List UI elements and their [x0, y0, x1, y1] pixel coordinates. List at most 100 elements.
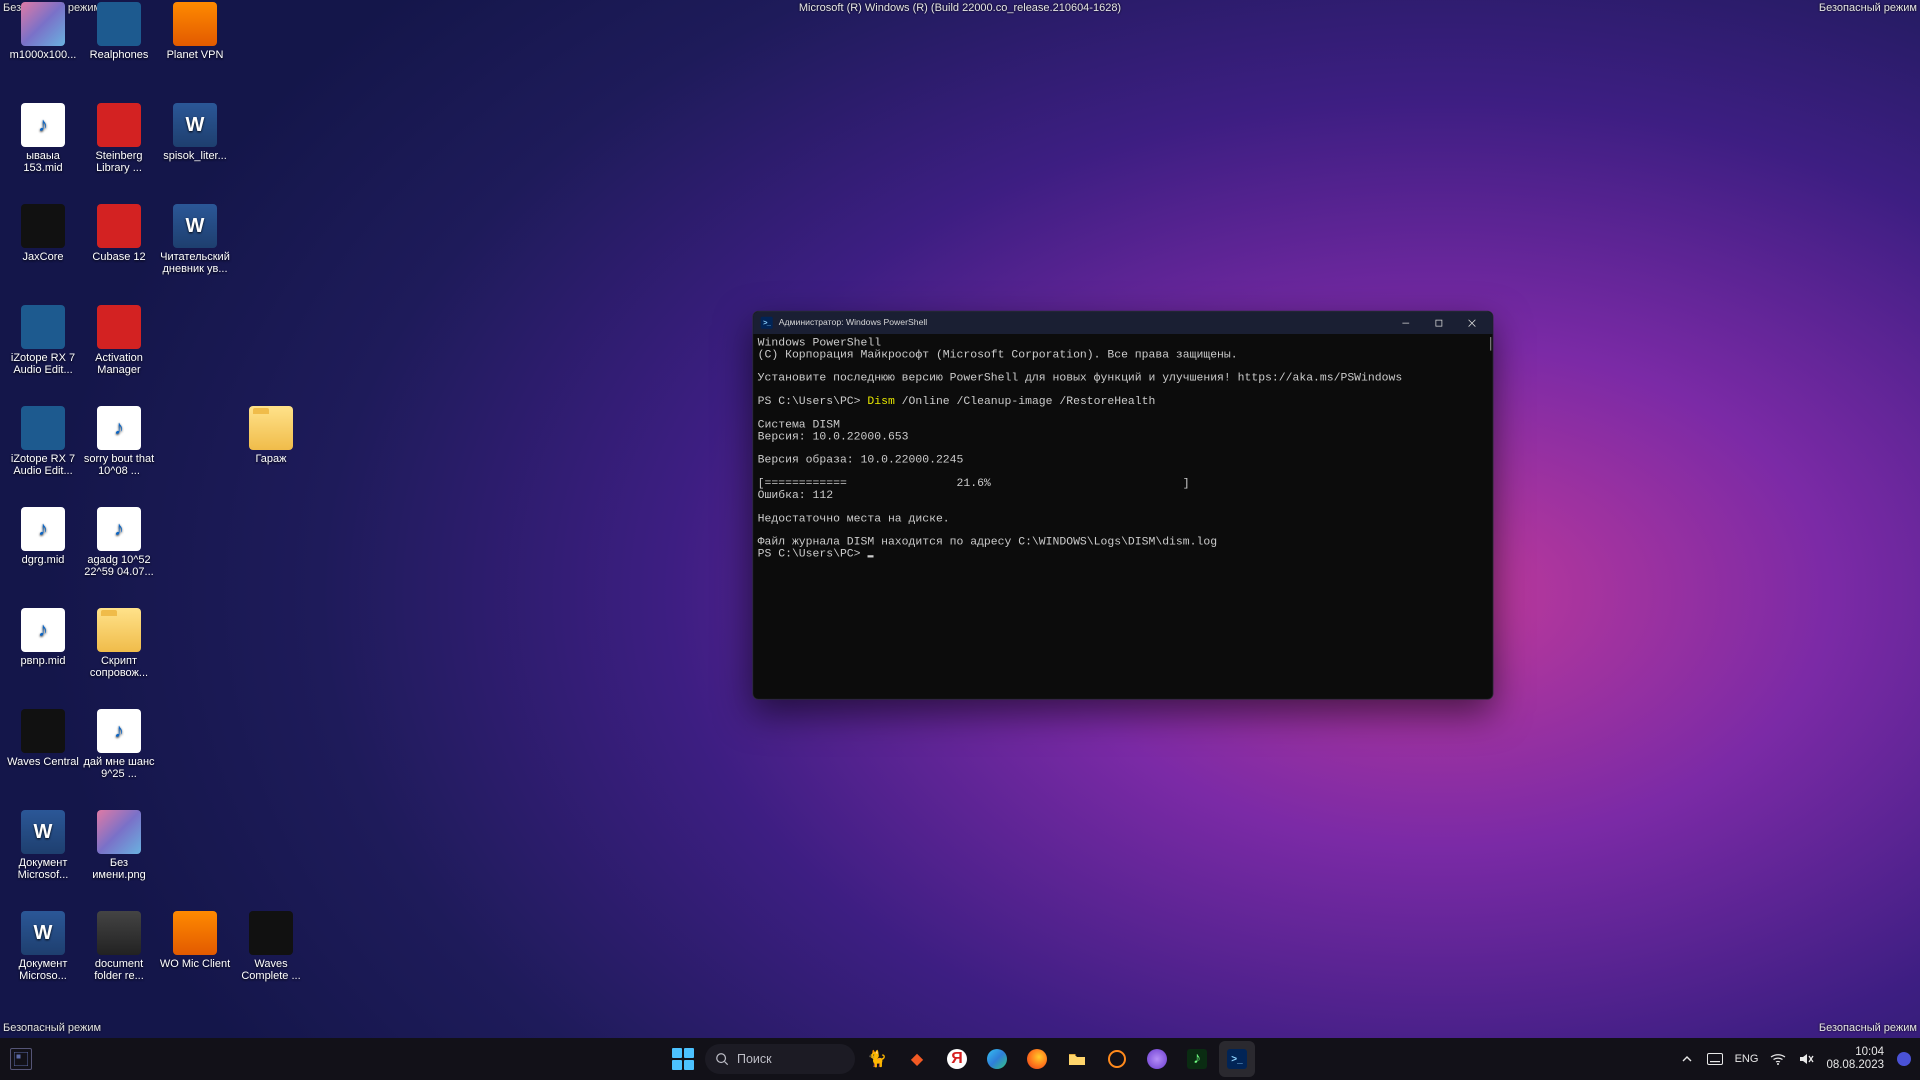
desktop-icon[interactable]: Документ Microso...: [6, 911, 80, 982]
desktop-icon-label: Realphones: [89, 49, 150, 61]
desktop-icon[interactable]: Waves Complete ...: [234, 911, 308, 982]
desktop-icon-label: dgrg.mid: [21, 554, 66, 566]
desktop-icon[interactable]: agadg 10^52 22^59 04.07...: [82, 507, 156, 578]
word-icon: [21, 810, 65, 854]
photo-icon: [21, 2, 65, 46]
word-icon: [173, 204, 217, 248]
safe-mode-label-bottom-right: Безопасный режим: [1819, 1022, 1917, 1034]
desktop-icon[interactable]: dgrg.mid: [6, 507, 80, 566]
desktop-icon-label: Документ Microso...: [6, 958, 80, 982]
taskbar-app-brave[interactable]: ◆: [899, 1041, 935, 1077]
desktop-icon-label: Activation Manager: [82, 352, 156, 376]
window-title: Администратор: Windows PowerShell: [779, 318, 927, 327]
taskbar-search-placeholder: Поиск: [737, 1052, 772, 1066]
desktop-icon[interactable]: m1000x100...: [6, 2, 80, 61]
midi-icon: [97, 709, 141, 753]
powershell-window[interactable]: Администратор: Windows PowerShell Window…: [752, 311, 1493, 700]
desktop-icon[interactable]: iZotope RX 7 Audio Edit...: [6, 406, 80, 477]
clock-date: 08.08.2023: [1826, 1059, 1884, 1072]
taskbar-app-green[interactable]: ♪: [1179, 1041, 1215, 1077]
desktop-icon[interactable]: WO Mic Client: [158, 911, 232, 970]
desktop-icon-label: agadg 10^52 22^59 04.07...: [82, 554, 156, 578]
orange-icon: [173, 2, 217, 46]
desktop-icon-label: дай мне шанс 9^25 ...: [82, 756, 156, 780]
desktop-icon[interactable]: Planet VPN: [158, 2, 232, 61]
safe-mode-label-bottom-left: Безопасный режим: [3, 1022, 101, 1034]
desktop-icon[interactable]: Гараж: [234, 406, 308, 465]
desktop-icon[interactable]: Скрипт сопровож...: [82, 608, 156, 679]
desktop-icon-label: Waves Complete ...: [234, 958, 308, 982]
desktop-icon[interactable]: document folder re...: [82, 911, 156, 982]
desktop-icon-label: sorry bout that 10^08 ...: [82, 453, 156, 477]
taskbar-search[interactable]: Поиск: [705, 1044, 855, 1074]
desktop-icon-label: Planet VPN: [166, 49, 225, 61]
desktop-icon[interactable]: Читательский дневник ув...: [158, 204, 232, 275]
taskbar-app-powershell[interactable]: >_: [1219, 1041, 1255, 1077]
taskbar-app-yandex[interactable]: Я: [939, 1041, 975, 1077]
folder-icon: [1066, 1048, 1088, 1070]
desktop-icon[interactable]: Steinberg Library ...: [82, 103, 156, 174]
desktop-icon[interactable]: Activation Manager: [82, 305, 156, 376]
touch-keyboard-icon[interactable]: [1707, 1051, 1723, 1067]
desktop-icon[interactable]: pвnp.mid: [6, 608, 80, 667]
terminal-cursor: [867, 555, 873, 557]
taskbar-app-circle-orange[interactable]: [1099, 1041, 1135, 1077]
volume-muted-icon[interactable]: [1798, 1051, 1814, 1067]
desktop-icon-label: iZotope RX 7 Audio Edit...: [6, 453, 80, 477]
taskbar-app-edge[interactable]: [979, 1041, 1015, 1077]
start-tile-icon[interactable]: [10, 1048, 32, 1070]
taskbar[interactable]: Поиск 🐈 ◆ Я ♪ >_ ENG 10:04 08.08.2023: [0, 1038, 1920, 1080]
window-titlebar[interactable]: Администратор: Windows PowerShell: [753, 311, 1493, 334]
tray-right-badge[interactable]: [1896, 1051, 1912, 1067]
start-button[interactable]: [665, 1041, 701, 1077]
search-icon: [715, 1052, 729, 1066]
tray-overflow-button[interactable]: [1679, 1051, 1695, 1067]
desktop-icon-label: Гараж: [254, 453, 287, 465]
desktop-icon-label: Waves Central: [6, 756, 80, 768]
desktop-icon[interactable]: JaxCore: [6, 204, 80, 263]
desktop-icon[interactable]: Без имени.png: [82, 810, 156, 881]
clock-time: 10:04: [1855, 1046, 1884, 1059]
taskbar-app-cat[interactable]: 🐈: [859, 1041, 895, 1077]
desktop-icon-label: JaxCore: [22, 251, 65, 263]
system-tray[interactable]: ENG 10:04 08.08.2023: [1679, 1046, 1912, 1072]
desktop-icon-label: Без имени.png: [82, 857, 156, 881]
wifi-icon[interactable]: [1770, 1051, 1786, 1067]
midi-icon: [21, 507, 65, 551]
desktop-icon[interactable]: Realphones: [82, 2, 156, 61]
orange-icon: [173, 911, 217, 955]
window-close-button[interactable]: [1455, 311, 1488, 334]
terminal-scrollbar[interactable]: [1490, 337, 1491, 351]
desktop-icon[interactable]: spisok_liter...: [158, 103, 232, 162]
desktop-icon[interactable]: Waves Central: [6, 709, 80, 768]
desktop-icon[interactable]: sorry bout that 10^08 ...: [82, 406, 156, 477]
desktop-icon-label: Документ Microsof...: [6, 857, 80, 881]
language-indicator[interactable]: ENG: [1735, 1051, 1759, 1067]
taskbar-app-explorer[interactable]: [1059, 1041, 1095, 1077]
desktop-icon-label: WO Mic Client: [159, 958, 231, 970]
black-icon: [249, 911, 293, 955]
taskbar-app-purple[interactable]: [1139, 1041, 1175, 1077]
windows-logo-icon: [672, 1048, 694, 1070]
folder-icon: [249, 406, 293, 450]
app-icon: [97, 911, 141, 955]
red-icon: [97, 305, 141, 349]
midi-icon: [97, 406, 141, 450]
midi-icon: [21, 103, 65, 147]
desktop-icon-label: ываыа 153.mid: [6, 150, 80, 174]
desktop-icon[interactable]: дай мне шанс 9^25 ...: [82, 709, 156, 780]
desktop-icon[interactable]: Cubase 12: [82, 204, 156, 263]
clock[interactable]: 10:04 08.08.2023: [1826, 1046, 1884, 1072]
desktop-icon-label: iZotope RX 7 Audio Edit...: [6, 352, 80, 376]
desktop-icon-label: Cubase 12: [91, 251, 146, 263]
window-maximize-button[interactable]: [1422, 311, 1455, 334]
terminal-output[interactable]: Windows PowerShell (C) Корпорация Майкро…: [753, 334, 1493, 699]
desktop-icon-label: pвnp.mid: [20, 655, 67, 667]
desktop-icon[interactable]: Документ Microsof...: [6, 810, 80, 881]
window-minimize-button[interactable]: [1389, 311, 1422, 334]
desktop-icon[interactable]: iZotope RX 7 Audio Edit...: [6, 305, 80, 376]
desktop-icon-label: spisok_liter...: [162, 150, 228, 162]
midi-icon: [21, 608, 65, 652]
taskbar-app-firefox[interactable]: [1019, 1041, 1055, 1077]
desktop-icon[interactable]: ываыа 153.mid: [6, 103, 80, 174]
